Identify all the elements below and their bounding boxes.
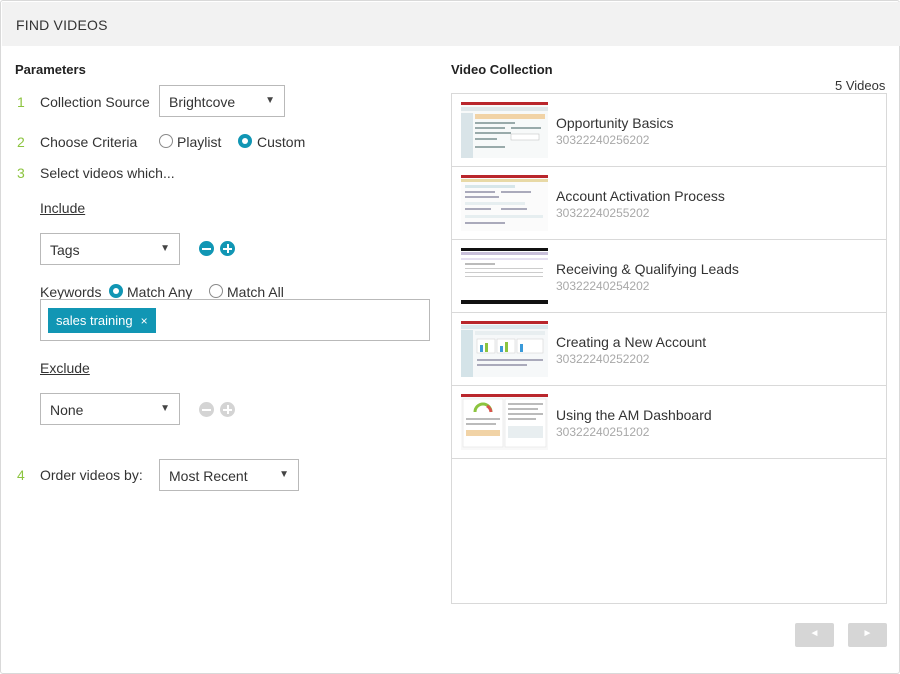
thumbnail-image [461,102,548,158]
video-thumbnail [461,248,548,304]
video-item[interactable]: Using the AM Dashboard 30322240251202 [452,386,886,459]
video-collection-title: Video Collection [451,62,553,77]
collection-source-select[interactable]: Brightcove ▼ [159,85,285,117]
find-videos-dialog: FIND VIDEOS Parameters 1 Collection Sour… [0,0,900,674]
caret-down-icon: ▼ [160,243,170,254]
caret-down-icon: ▼ [279,469,289,480]
match-any-label[interactable]: Match Any [127,284,192,300]
video-item[interactable]: Creating a New Account 30322240252202 [452,313,886,386]
add-include-button[interactable] [220,241,235,256]
video-title: Opportunity Basics [556,115,674,131]
include-heading: Include [40,200,86,216]
match-all-label[interactable]: Match All [227,284,284,300]
video-id: 30322240255202 [556,206,650,220]
video-id: 30322240254202 [556,279,650,293]
custom-radio-label[interactable]: Custom [257,134,305,150]
video-count: 5 Videos [835,78,886,93]
order-videos-select[interactable]: Most Recent ▼ [159,459,299,491]
dialog-header: FIND VIDEOS [2,2,900,46]
triangle-left-icon: ◄ [809,628,820,639]
include-criteria-value: Tags [50,242,80,258]
step-1-number: 1 [17,94,25,110]
next-page-button[interactable]: ► [848,623,887,647]
minus-circle-icon [202,247,211,250]
remove-include-button[interactable] [199,241,214,256]
thumbnail-image [461,175,548,231]
dialog-title: FIND VIDEOS [16,17,108,33]
custom-radio[interactable] [238,134,252,148]
video-item[interactable]: Opportunity Basics 30322240256202 [452,94,886,167]
video-title: Using the AM Dashboard [556,407,712,423]
step-2-number: 2 [17,134,25,150]
playlist-radio-label[interactable]: Playlist [177,134,221,150]
choose-criteria-label: Choose Criteria [40,134,138,150]
select-videos-label: Select videos which... [40,165,175,181]
minus-circle-icon [202,408,211,411]
thumbnail-image [461,394,548,450]
video-id: 30322240252202 [556,352,650,366]
video-item[interactable]: Account Activation Process 3032224025520… [452,167,886,240]
order-videos-label: Order videos by: [40,467,143,483]
add-exclude-button [220,402,235,417]
exclude-criteria-value: None [50,402,84,418]
video-thumbnail [461,175,548,231]
caret-down-icon: ▼ [160,403,170,414]
exclude-criteria-select[interactable]: None ▼ [40,393,180,425]
thumbnail-image [461,248,548,304]
collection-source-label: Collection Source [40,94,150,110]
video-title: Account Activation Process [556,188,725,204]
video-item[interactable]: Receiving & Qualifying Leads 30322240254… [452,240,886,313]
keywords-label: Keywords [40,284,102,300]
keyword-tag-label: sales training [56,313,133,328]
step-4-number: 4 [17,467,25,483]
keyword-tag: sales training × [48,308,156,333]
plus-circle-icon-vertical [226,244,229,253]
keywords-input[interactable]: sales training × [40,299,430,341]
video-title: Receiving & Qualifying Leads [556,261,739,277]
video-thumbnail [461,102,548,158]
thumbnail-image [461,321,548,377]
playlist-radio[interactable] [159,134,173,148]
parameters-title: Parameters [15,62,86,77]
caret-down-icon: ▼ [265,95,275,106]
match-all-radio[interactable] [209,284,223,298]
video-title: Creating a New Account [556,334,707,350]
video-thumbnail [461,321,548,377]
video-thumbnail [461,394,548,450]
triangle-right-icon: ► [862,628,873,639]
step-3-number: 3 [17,165,25,181]
remove-tag-icon[interactable]: × [141,314,148,328]
video-list: Opportunity Basics 30322240256202 Accoun… [451,93,887,604]
collection-source-value: Brightcove [169,94,236,110]
previous-page-button[interactable]: ◄ [795,623,834,647]
video-id: 30322240256202 [556,133,650,147]
match-any-radio[interactable] [109,284,123,298]
plus-circle-icon-vertical [226,405,229,414]
remove-exclude-button [199,402,214,417]
include-criteria-select[interactable]: Tags ▼ [40,233,180,265]
exclude-heading: Exclude [40,360,90,376]
order-videos-value: Most Recent [169,468,248,484]
video-id: 30322240251202 [556,425,650,439]
